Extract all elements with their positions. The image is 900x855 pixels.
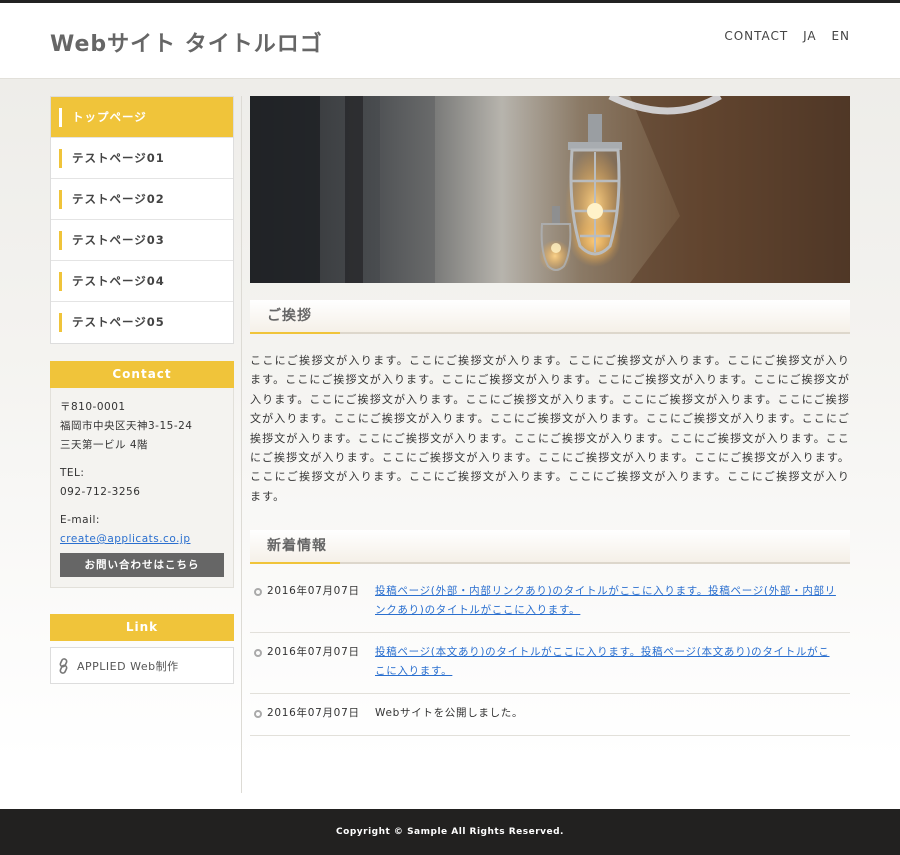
news-item: 2016年07月07日 投稿ページ(外部・内部リンクあり)のタイトルがここに入り…: [250, 572, 850, 634]
nav-lang-ja[interactable]: JA: [803, 29, 817, 43]
news-heading: 新着情報: [250, 530, 850, 565]
sidebar-menu: トップページ テストページ01 テストページ02 テストページ03 テストページ…: [50, 96, 234, 344]
contact-address-1: 福岡市中央区天神3-15-24: [60, 420, 193, 432]
top-nav: CONTACT JA EN: [714, 29, 850, 43]
sidebar-item-test04[interactable]: テストページ04: [51, 261, 233, 302]
sidebar-item-test05[interactable]: テストページ05: [51, 302, 233, 343]
news-item: 2016年07月07日 投稿ページ(本文あり)のタイトルがここに入ります。投稿ペ…: [250, 633, 850, 695]
link-applied-web[interactable]: APPLIED Web制作: [50, 647, 234, 684]
contact-tel-label: TEL:: [60, 467, 85, 479]
news-title-link[interactable]: 投稿ページ(本文あり)のタイトルがここに入ります。投稿ページ(本文あり)のタイト…: [375, 646, 830, 677]
sidebar-item-test01[interactable]: テストページ01: [51, 138, 233, 179]
sidebar: トップページ テストページ01 テストページ02 テストページ03 テストページ…: [50, 96, 234, 684]
link-widget: Link APPLIED Web制作: [50, 614, 234, 684]
contact-heading: Contact: [50, 361, 234, 388]
link-icon: [59, 657, 68, 674]
inquiry-button[interactable]: お問い合わせはこちら: [60, 553, 224, 577]
link-label: APPLIED Web制作: [77, 659, 179, 673]
news-item: 2016年07月07日 Webサイトを公開しました。: [250, 694, 850, 737]
news-date: 2016年07月07日: [267, 646, 360, 659]
nav-contact[interactable]: CONTACT: [724, 29, 788, 43]
news-title: Webサイトを公開しました。: [375, 707, 524, 720]
site-logo[interactable]: Webサイト タイトルロゴ: [50, 26, 323, 58]
contact-email-link[interactable]: create@applicats.co.jp: [60, 533, 191, 545]
contact-tel: 092-712-3256: [60, 486, 141, 498]
nav-lang-en[interactable]: EN: [831, 29, 850, 43]
sidebar-item-top[interactable]: トップページ: [51, 97, 233, 138]
content-divider: [241, 96, 242, 793]
news-title-link[interactable]: 投稿ページ(外部・内部リンクあり)のタイトルがここに入ります。投稿ページ(外部・…: [375, 585, 836, 616]
contact-address-2: 三天第一ビル 4階: [60, 439, 149, 451]
news-date: 2016年07月07日: [267, 707, 360, 720]
site-footer: Copyright © Sample All Rights Reserved.: [0, 809, 900, 855]
contact-postal: 〒810-0001: [60, 401, 126, 413]
contact-body: 〒810-0001 福岡市中央区天神3-15-24 三天第一ビル 4階 TEL:…: [50, 388, 234, 588]
news-list: 2016年07月07日 投稿ページ(外部・内部リンクあり)のタイトルがここに入り…: [250, 572, 850, 737]
site-header: Webサイト タイトルロゴ CONTACT JA EN: [0, 3, 900, 79]
sidebar-item-test03[interactable]: テストページ03: [51, 220, 233, 261]
hero-image: [250, 96, 850, 283]
contact-email-label: E-mail:: [60, 514, 100, 526]
greeting-text: ここにご挨拶文が入ります。ここにご挨拶文が入ります。ここにご挨拶文が入ります。こ…: [250, 354, 850, 503]
sidebar-item-test02[interactable]: テストページ02: [51, 179, 233, 220]
greeting-heading: ご挨拶: [250, 300, 850, 334]
main-content: ご挨拶 ここにご挨拶文が入ります。ここにご挨拶文が入ります。ここにご挨拶文が入り…: [250, 96, 850, 737]
copyright: Copyright © Sample All Rights Reserved.: [336, 827, 564, 837]
news-date: 2016年07月07日: [267, 585, 360, 598]
link-heading: Link: [50, 614, 234, 641]
contact-widget: Contact 〒810-0001 福岡市中央区天神3-15-24 三天第一ビル…: [50, 361, 234, 588]
